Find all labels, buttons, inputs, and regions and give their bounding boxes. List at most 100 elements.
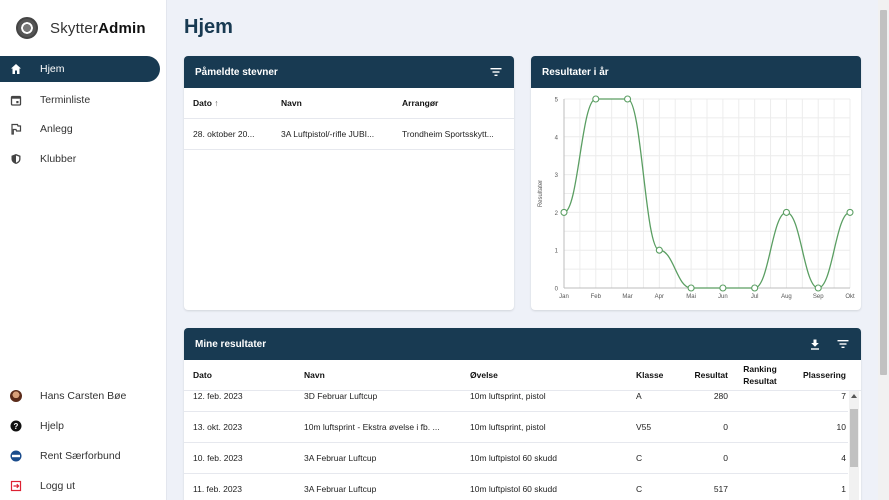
page-scrollbar-thumb[interactable] — [880, 10, 887, 375]
result-placement: 1 — [841, 484, 846, 494]
download-icon[interactable] — [808, 337, 822, 351]
x-tick-label: Sep — [813, 294, 824, 300]
y-axis-label: Resultater — [538, 180, 544, 207]
result-placement: 10 — [836, 422, 846, 432]
brand[interactable]: SkytterAdmin — [16, 16, 146, 40]
rent-icon — [10, 450, 22, 462]
column-header-navn[interactable]: Navn — [304, 370, 470, 380]
x-tick-label: Apr — [655, 294, 664, 300]
brand-name: SkytterAdmin — [50, 19, 146, 37]
result-exercise: 10m luftpistol 60 skudd — [470, 484, 557, 494]
result-date: 10. feb. 2023 — [193, 453, 243, 463]
sidebar: SkytterAdmin Hjem Terminliste Anlegg Klu… — [0, 0, 167, 500]
sort-arrow-icon: ↑ — [214, 98, 219, 108]
column-header-navn[interactable]: Navn — [281, 98, 402, 108]
help-icon: ? — [10, 420, 22, 432]
nav-item-logg-ut[interactable]: Logg ut — [0, 471, 160, 500]
results-chart-card: Resultater i år 0 1 2 3 4 5 Jan Feb Mar Apr Mai Jun… — [531, 56, 861, 310]
shield-icon — [10, 153, 22, 165]
column-header-plassering[interactable]: Plassering — [792, 370, 846, 380]
filter-icon[interactable] — [489, 65, 503, 79]
nav-item-rent-saerforbund[interactable]: Rent Særforbund — [0, 441, 160, 471]
nav-label: Hjem — [40, 63, 65, 75]
nav-label: Anlegg — [40, 123, 73, 135]
result-date: 13. okt. 2023 — [193, 422, 243, 432]
result-value: 0 — [723, 422, 728, 432]
page-title: Hjem — [184, 16, 233, 38]
result-class: V55 — [636, 422, 652, 432]
result-value: 280 — [713, 391, 728, 401]
nav-label: Terminliste — [40, 93, 91, 106]
x-tick-label: Jan — [559, 294, 569, 300]
my-results-card: Mine resultater Dato Navn Øvelse Klasse … — [184, 328, 861, 500]
column-header-ranking-resultat[interactable]: Ranking Resultat — [728, 363, 792, 387]
table-row[interactable]: 10. feb. 2023 3A Februar Luftcup 10m luftp… — [184, 443, 848, 474]
data-point — [846, 208, 854, 216]
result-exercise: 10m luftsprint, pistol — [470, 422, 546, 432]
y-tick-label: 1 — [555, 249, 559, 255]
home-icon — [10, 63, 22, 75]
column-header-ovelse[interactable]: Øvelse — [470, 370, 636, 380]
scrollbar-thumb[interactable] — [850, 409, 858, 467]
x-tick-label: Jun — [718, 294, 728, 300]
y-tick-label: 5 — [555, 98, 559, 104]
y-tick-label: 0 — [555, 287, 559, 293]
table-row[interactable]: 12. feb. 2023 3D Februar Luftcup 10m lufts… — [184, 391, 848, 412]
nav-item-hjelp[interactable]: ? Hjelp — [0, 411, 160, 441]
results-table-header: Dato Navn Øvelse Klasse Resultat Ranking… — [184, 360, 861, 391]
logout-icon — [10, 480, 22, 492]
result-class: C — [636, 484, 643, 494]
data-point — [782, 208, 790, 216]
data-point — [751, 284, 759, 292]
events-table-header: Dato ↑ Navn Arrangør — [184, 88, 514, 119]
page-scrollbar[interactable] — [878, 0, 889, 500]
avatar — [10, 389, 22, 402]
result-value: 0 — [723, 453, 728, 463]
x-tick-label: Mar — [622, 294, 632, 300]
data-point — [624, 95, 632, 103]
table-row[interactable]: 11. feb. 2023 3A Februar Luftcup 10m luftp… — [184, 474, 848, 500]
x-tick-label: Feb — [591, 294, 602, 300]
nav-item-klubber[interactable]: Klubber — [0, 144, 160, 173]
x-tick-label: Okt — [845, 294, 855, 300]
nav-label: Hjelp — [40, 419, 64, 432]
table-row[interactable]: 13. okt. 2023 10m luftsprint - Ekstra øve… — [184, 412, 848, 443]
data-point — [592, 95, 600, 103]
nav-item-hjem[interactable]: Hjem — [0, 56, 160, 82]
data-point — [655, 246, 663, 254]
column-header-dato[interactable]: Dato — [193, 370, 304, 380]
column-header-dato[interactable]: Dato ↑ — [193, 98, 281, 108]
table-row[interactable]: 28. oktober 20... 3A Luftpistol/-rifle J… — [184, 119, 514, 150]
column-header-klasse[interactable]: Klasse — [636, 370, 676, 380]
nav-label: Klubber — [40, 152, 77, 165]
result-placement: 7 — [841, 391, 846, 401]
nav-item-anlegg[interactable]: Anlegg — [0, 115, 160, 144]
bottom-nav: Hans Carsten Bøe ? Hjelp Rent Særforbund… — [0, 381, 160, 500]
column-header-arrangor[interactable]: Arrangør — [402, 98, 506, 108]
scroll-up-icon[interactable] — [851, 394, 857, 398]
result-value: 517 — [713, 484, 728, 494]
y-tick-label: 4 — [555, 135, 559, 141]
column-header-resultat[interactable]: Resultat — [676, 370, 728, 380]
event-name: 3A Luftpistol/-rifle JUBI... — [281, 129, 375, 139]
x-tick-label: Jul — [751, 294, 759, 300]
nav-item-terminliste[interactable]: Terminliste — [0, 85, 160, 114]
nav-label: Rent Særforbund — [40, 449, 121, 462]
events-card-title: Påmeldte stevner — [195, 66, 278, 78]
result-name: 3A Februar Luftcup — [304, 484, 377, 494]
table-scrollbar[interactable] — [849, 391, 859, 500]
result-class: A — [636, 391, 642, 401]
result-exercise: 10m luftsprint, pistol — [470, 391, 546, 401]
filter-icon[interactable] — [836, 337, 850, 351]
logo-icon — [16, 17, 38, 39]
data-point — [814, 284, 822, 292]
svg-text:?: ? — [14, 422, 19, 431]
result-name: 3A Februar Luftcup — [304, 453, 377, 463]
x-tick-label: Aug — [781, 294, 792, 300]
chart-card-title: Resultater i år — [542, 66, 609, 78]
nav-item-profile[interactable]: Hans Carsten Bøe — [0, 381, 160, 411]
main-nav: Hjem Terminliste Anlegg Klubber — [0, 56, 160, 174]
result-placement: 4 — [841, 453, 846, 463]
results-table-body[interactable]: 12. feb. 2023 3D Februar Luftcup 10m lufts… — [184, 391, 848, 500]
nav-label: Logg ut — [40, 479, 76, 492]
